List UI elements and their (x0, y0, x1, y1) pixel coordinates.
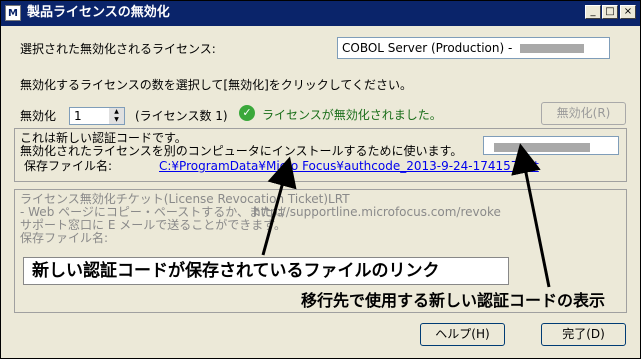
redacted-code (494, 143, 590, 152)
deactivate-count-label: 無効化 (20, 109, 57, 123)
instruction-text: 無効化するライセンスの数を選択して[無効化]をクリックしてください。 (20, 78, 413, 92)
revocation-file-label: 保存ファイル名: (20, 231, 109, 245)
maximize-button[interactable]: □ (602, 5, 618, 19)
revocation-line3: サポート窓口に E メールで送ることができます。 (20, 218, 287, 232)
auth-file-label: 保存ファイル名: (24, 159, 113, 173)
license-count-text: (ライセンス数 1) (135, 109, 228, 123)
app-icon: M (5, 5, 21, 21)
license-select-value: COBOL Server (Production) - (342, 41, 517, 55)
spin-up-icon[interactable]: ▲ (109, 108, 124, 116)
deactivate-count-stepper[interactable]: 1 ▲ ▼ (69, 107, 125, 125)
revocation-line2: - Web ページにコピー・ペーストするか、または (20, 205, 286, 219)
minimize-button[interactable]: _ (585, 5, 601, 19)
license-select-label: 選択された無効化されるライセンス: (20, 42, 216, 56)
window-title: 製品ライセンスの無効化 (27, 5, 170, 20)
auth-code-line2: 無効化されたライセンスを別のコンピュータにインストールするために使います。 (20, 144, 463, 158)
spin-arrows: ▲ ▼ (109, 108, 124, 124)
redacted-block (520, 44, 585, 53)
help-button[interactable]: ヘルプ(H) (420, 323, 505, 346)
done-button[interactable]: 完了(D) (541, 323, 626, 346)
code-annotation: 移行先で使用する新しい認証コードの表示 (301, 291, 606, 310)
revocation-url: http://supportline.microfocus.com/revoke (253, 205, 501, 219)
license-select-field[interactable]: COBOL Server (Production) - (337, 37, 610, 59)
license-deactivation-window: M 製品ライセンスの無効化 _ □ × 選択された無効化されるライセンス: CO… (0, 0, 641, 359)
revocation-line1: ライセンス無効化チケット(License Revocation Ticket)L… (20, 192, 350, 206)
new-auth-code-field[interactable] (483, 136, 619, 155)
spin-down-icon[interactable]: ▼ (109, 116, 124, 124)
auth-file-link[interactable]: C:¥ProgramData¥Micro Focus¥authcode_2013… (159, 159, 539, 173)
status-text: ライセンスが無効化されました。 (262, 108, 442, 122)
link-annotation: 新しい認証コードが保存されているファイルのリンク (23, 257, 509, 285)
auth-code-line1: これは新しい認証コードです。 (20, 131, 187, 145)
close-button[interactable]: × (620, 5, 636, 19)
deactivate-button[interactable]: 無効化(R) (541, 102, 626, 125)
title-bar[interactable]: M 製品ライセンスの無効化 _ □ × (1, 1, 640, 26)
deactivate-count-value: 1 (74, 109, 82, 123)
check-icon: ✓ (239, 105, 255, 121)
